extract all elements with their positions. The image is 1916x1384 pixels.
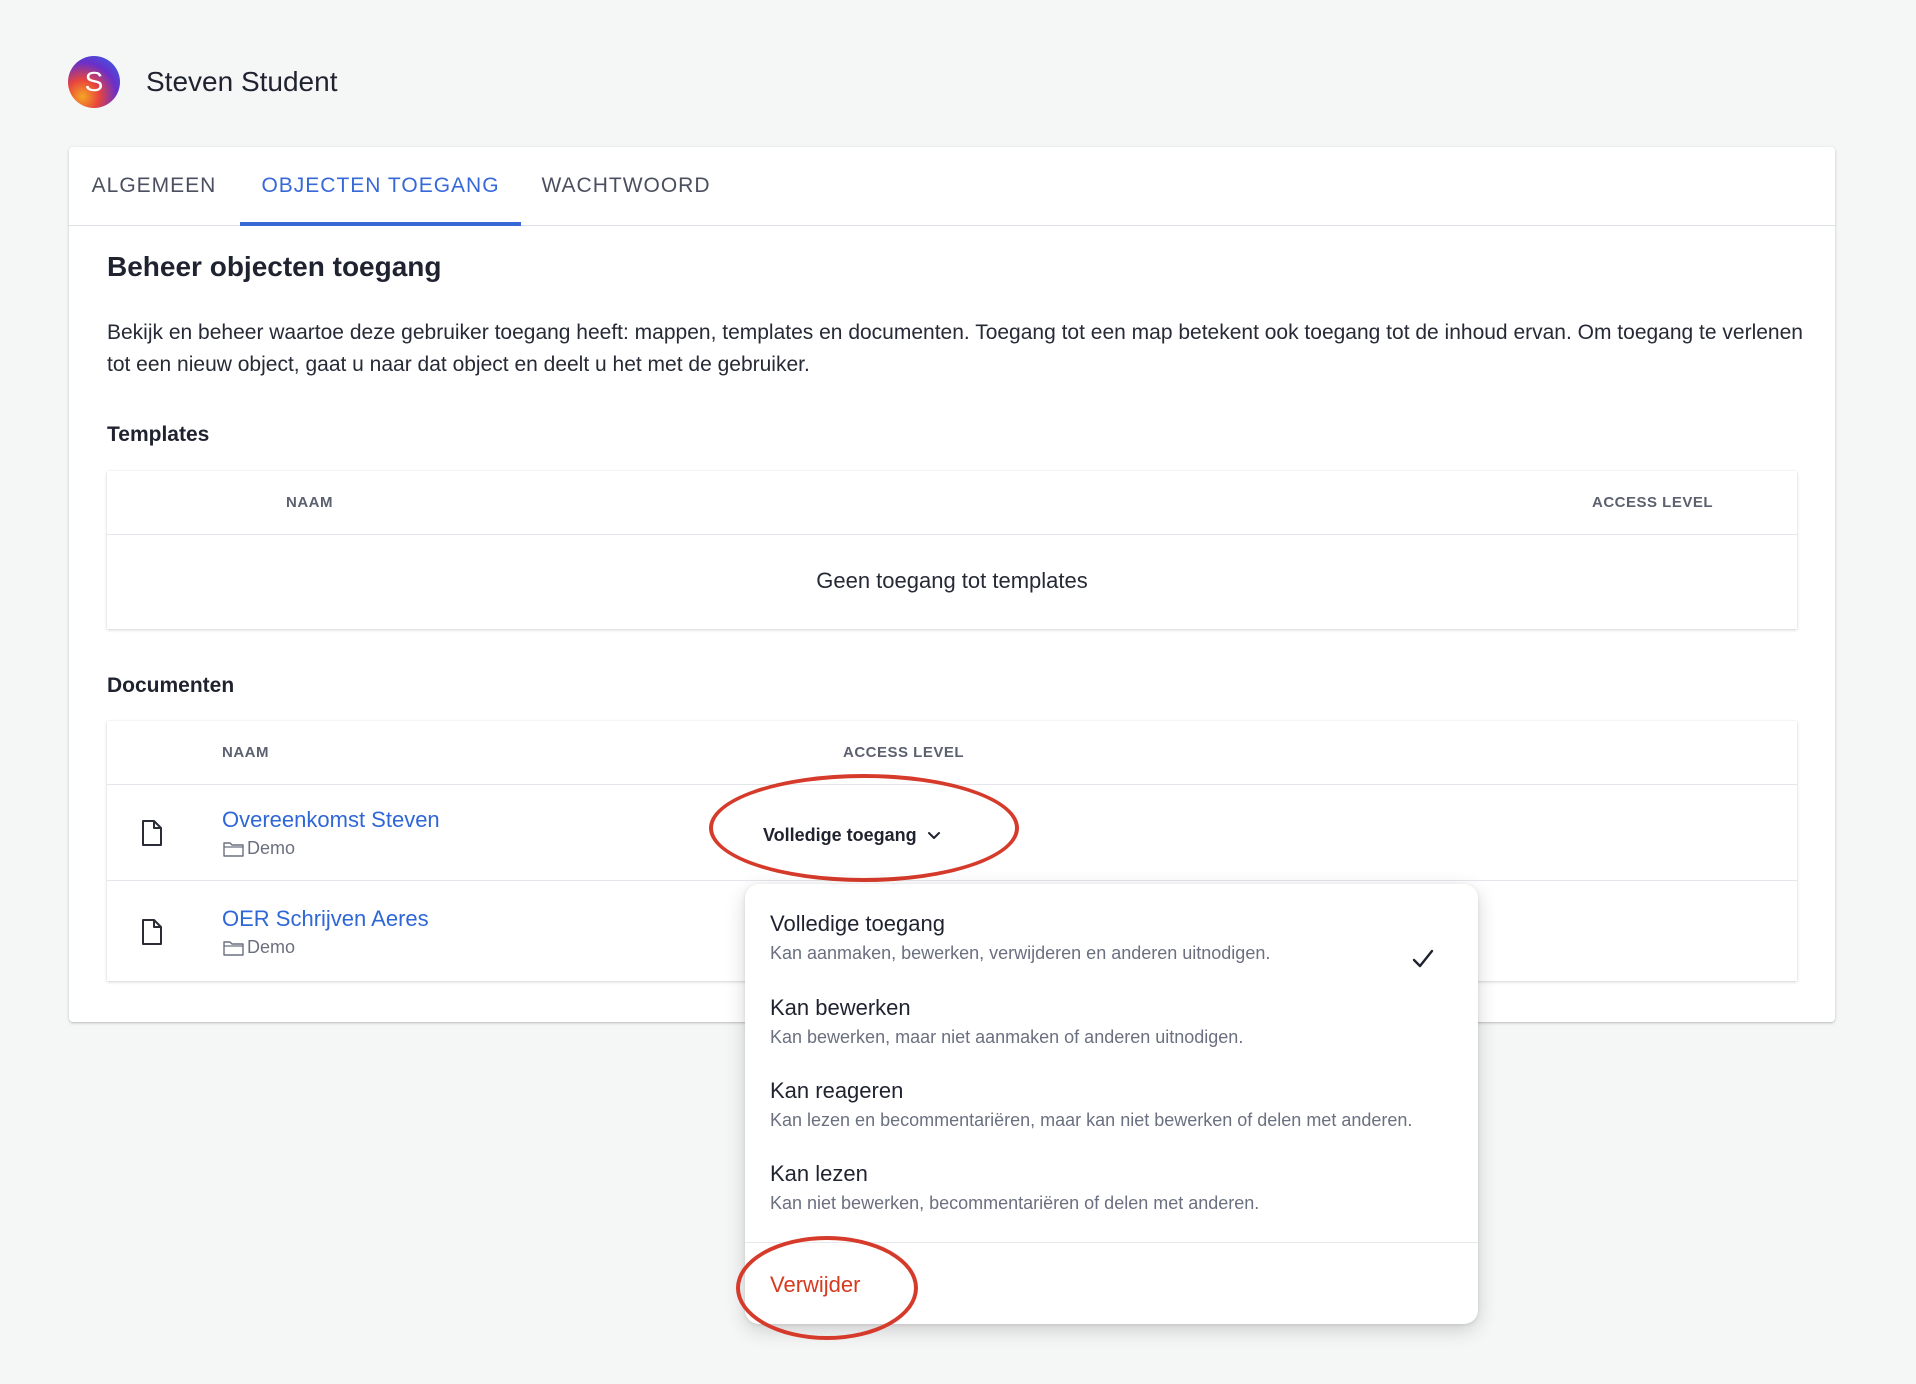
templates-table: NAAM ACCESS LEVEL Geen toegang tot templ… [107,471,1797,629]
documents-col-access[interactable]: ACCESS LEVEL [843,744,964,761]
menu-item-title: Kan bewerken [770,995,911,1020]
avatar: S [68,56,120,108]
row-divider [107,880,1797,881]
header-divider [107,534,1797,535]
folder-icon [223,940,244,956]
menu-item-title: Kan lezen [770,1161,868,1186]
documents-section-title: Documenten [107,674,235,697]
documents-col-name[interactable]: NAAM [222,744,269,761]
document-name-link[interactable]: Overeenkomst Steven [222,807,440,833]
annotation-circle-delete [736,1236,918,1340]
templates-col-name[interactable]: NAAM [286,494,333,511]
menu-item-kan-bewerken[interactable]: Kan bewerken Kan bewerken, maar niet aan… [770,995,1458,1048]
checkmark-icon [1412,949,1434,968]
annotation-circle-access [709,774,1019,882]
menu-item-volledige-toegang[interactable]: Volledige toegang Kan aanmaken, bewerken… [770,911,1458,968]
menu-item-description: Kan bewerken, maar niet aanmaken of ande… [770,1027,1244,1047]
user-name: Steven Student [146,66,338,97]
templates-section-title: Templates [107,423,210,446]
menu-item-description: Kan niet bewerken, becommentariëren of d… [770,1193,1260,1213]
document-name-link[interactable]: OER Schrijven Aeres [222,906,429,932]
templates-col-access[interactable]: ACCESS LEVEL [1592,494,1713,511]
tab-wachtwoord[interactable]: WACHTWOORD [521,147,731,225]
menu-item-kan-reageren[interactable]: Kan reageren Kan lezen en becommentariër… [770,1078,1458,1131]
document-folder: Demo [223,937,295,958]
templates-empty-message: Geen toegang tot templates [816,568,1088,593]
tab-objecten-toegang[interactable]: OBJECTEN TOEGANG [240,147,521,226]
menu-item-description: Kan aanmaken, bewerken, verwijderen en a… [770,943,1271,963]
menu-item-title: Volledige toegang [770,911,945,936]
tab-algemeen[interactable]: ALGEMEEN [69,147,239,225]
tab-bar: ALGEMEEN OBJECTEN TOEGANG WACHTWOORD [69,147,1835,226]
page-description: Bekijk en beheer waartoe deze gebruiker … [107,321,1803,376]
document-icon [142,919,162,945]
folder-icon [223,841,244,857]
menu-item-description: Kan lezen en becommentariëren, maar kan … [770,1110,1413,1130]
menu-item-title: Kan reageren [770,1078,904,1103]
menu-item-kan-lezen[interactable]: Kan lezen Kan niet bewerken, becommentar… [770,1161,1458,1214]
page-title: Beheer objecten toegang [107,251,442,282]
user-header: S Steven Student [68,56,337,108]
folder-name: Demo [247,937,296,957]
document-icon [142,820,162,846]
document-folder: Demo [223,838,295,859]
folder-name: Demo [247,838,296,858]
